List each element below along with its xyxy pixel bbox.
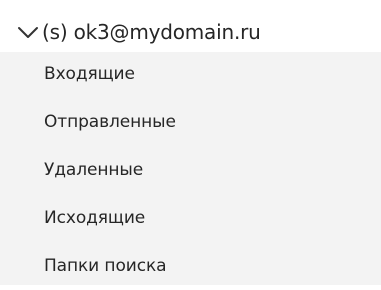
folder-label: Входящие bbox=[44, 64, 135, 84]
folder-label: Папки поиска bbox=[44, 256, 167, 276]
folder-label: Исходящие bbox=[44, 208, 146, 228]
folder-item-outbox[interactable]: Исходящие bbox=[0, 196, 381, 242]
folder-label: Удаленные bbox=[44, 160, 144, 180]
folder-item-inbox[interactable]: Входящие bbox=[0, 52, 381, 98]
folder-item-search-folders[interactable]: Папки поиска bbox=[0, 244, 381, 290]
folder-item-sent[interactable]: Отправленные bbox=[0, 100, 381, 146]
mail-folder-pane: (s) ok3@mydomain.ru Входящие Отправленны… bbox=[0, 0, 381, 285]
folder-list: Входящие Отправленные Удаленные Исходящи… bbox=[0, 52, 381, 285]
chevron-down-icon[interactable] bbox=[17, 23, 39, 43]
account-name: (s) ok3@mydomain.ru bbox=[42, 20, 261, 44]
folder-label: Отправленные bbox=[44, 112, 176, 132]
account-node[interactable]: (s) ok3@mydomain.ru bbox=[0, 12, 381, 52]
folder-item-deleted[interactable]: Удаленные bbox=[0, 148, 381, 194]
